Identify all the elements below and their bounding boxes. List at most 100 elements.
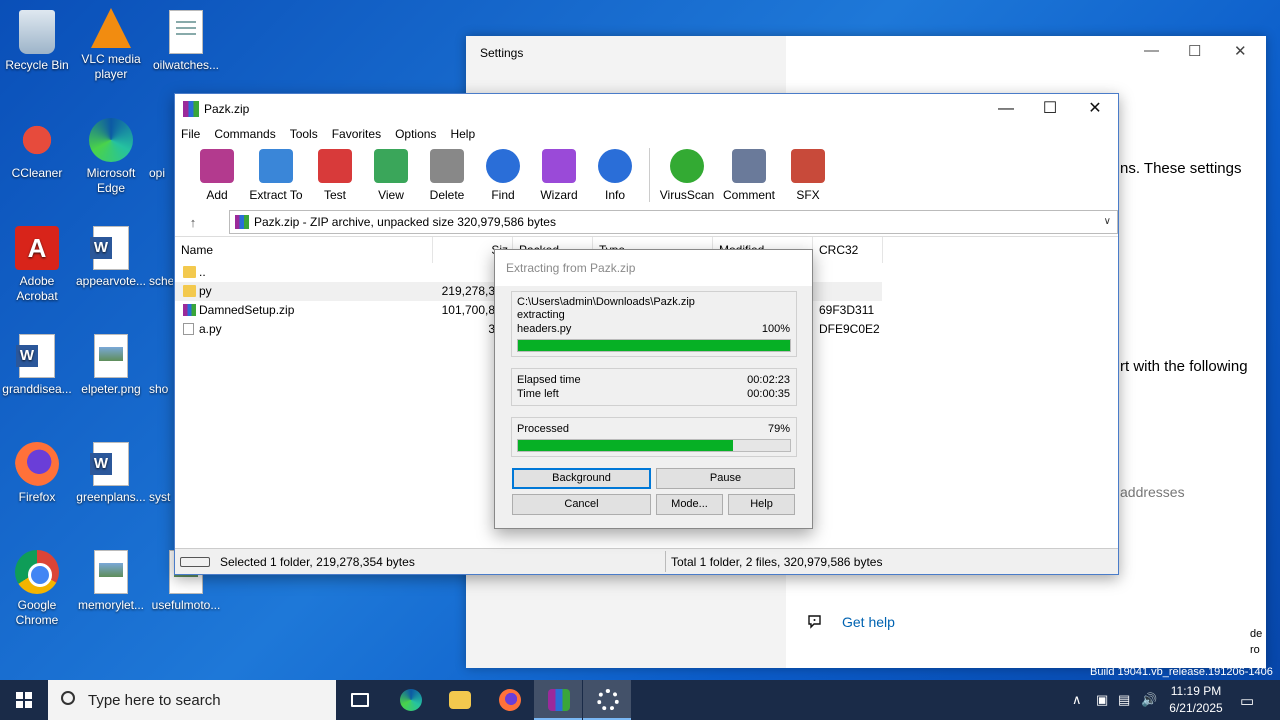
test-button[interactable]: Test [307,149,363,206]
desktop-icon-oilwatches[interactable]: oilwatches... [149,10,223,73]
add-button[interactable]: Add [189,149,245,206]
status-divider [665,551,666,572]
desktop-icon-ccleaner[interactable]: CCleaner [0,118,74,181]
task-view-icon [351,693,369,707]
taskbar-file-explorer[interactable] [435,680,483,720]
desktop-icon-label: Adobe Acrobat [16,274,58,303]
menu-tools[interactable]: Tools [290,127,318,141]
pause-button[interactable]: Pause [656,468,795,489]
desktop-icon-label: elpeter.png [81,382,141,396]
desktop-icon-label: appearvote... [75,274,147,288]
desktop-icon-greenplans[interactable]: greenplans... [74,442,148,505]
delete-button[interactable]: Delete [419,149,475,206]
desktop-icon-sho[interactable]: sho [149,334,173,397]
toolbar: Add Extract To Test View Delete Find Wiz… [175,144,1118,206]
desktop-icon-sche[interactable]: sche [149,226,173,289]
menu-commands[interactable]: Commands [214,127,275,141]
desktop-icon-edge[interactable]: Microsoft Edge [74,118,148,196]
desktop-icon-syst[interactable]: syst [149,442,173,505]
find-button[interactable]: Find [475,149,531,206]
desktop-icon-recycle-bin[interactable]: Recycle Bin [0,10,74,73]
close-button[interactable]: ✕ [1234,42,1247,60]
sfx-books-icon [791,149,825,183]
processed-progress-fill [518,440,733,451]
help-button[interactable]: Help [728,494,795,515]
maximize-button[interactable]: ☐ [1035,98,1065,120]
comment-button[interactable]: Comment [718,149,780,206]
ccleaner-icon [15,118,59,162]
taskbar-edge[interactable] [386,680,434,720]
wifi-icon[interactable]: ▤ [1118,692,1130,708]
time-left-value: 00:00:35 [747,388,790,400]
image-file-icon [94,550,128,594]
archive-path-dropdown[interactable]: Pazk.zip - ZIP archive, unpacked size 32… [229,210,1118,234]
task-view-button[interactable] [336,680,384,720]
desktop-icon-elpeter[interactable]: elpeter.png [74,334,148,397]
watermark-text: ANY RUN [1040,612,1254,661]
toolbar-separator [649,148,650,202]
menu-file[interactable]: File [181,127,200,141]
desktop-icon-label: Recycle Bin [5,58,69,72]
wizard-button[interactable]: Wizard [531,149,587,206]
taskbar-settings[interactable] [583,680,631,720]
network-icon[interactable]: ▣ [1096,692,1108,708]
column-name[interactable]: Name [175,237,433,263]
up-arrow-icon[interactable]: ↑ [175,215,211,230]
file-progress-fill [518,340,790,351]
archive-icon [235,215,249,229]
tool-label: Extract To [249,188,303,202]
search-box[interactable]: Type here to search [48,680,336,720]
taskbar-winrar[interactable] [534,680,582,720]
get-help-link[interactable]: Get help [842,614,895,630]
tool-label: Wizard [540,188,578,202]
virusscan-button[interactable]: VirusScan [656,149,718,206]
desktop-icon-memorylet[interactable]: memorylet... [74,550,148,613]
desktop-icon-label: oilwatches... [152,58,220,72]
desktop-icon-firefox[interactable]: Firefox [0,442,74,505]
file-icon [169,10,203,54]
tool-label: Delete [429,188,465,202]
chevron-up-icon[interactable]: ∧ [1072,692,1082,708]
start-button[interactable] [0,680,48,720]
mode-button[interactable]: Mode... [656,494,723,515]
extracting-dialog: Extracting from Pazk.zip C:\Users\admin\… [494,249,813,529]
cancel-button[interactable]: Cancel [512,494,651,515]
maximize-button[interactable]: ☐ [1188,42,1201,60]
column-crc32[interactable]: CRC32 [813,237,883,263]
close-button[interactable]: ✕ [1080,98,1110,120]
current-file-group: C:\Users\admin\Downloads\Pazk.zip extrac… [511,291,797,357]
recycle-bin-icon [19,10,55,54]
vlc-icon [91,8,131,48]
desktop-icon-granddisea[interactable]: granddisea... [0,334,74,397]
minimize-button[interactable]: — [1144,42,1159,59]
menu-help[interactable]: Help [450,127,475,141]
sfx-button[interactable]: SFX [780,149,836,206]
firefox-icon [15,442,59,486]
status-total: Total 1 folder, 2 files, 320,979,586 byt… [671,555,883,569]
windows-logo-icon [16,692,32,708]
clock[interactable]: 11:19 PM 6/21/2025 [1164,683,1228,717]
notification-icon[interactable]: ▭ [1240,692,1254,710]
dialog-title: Extracting from Pazk.zip [495,250,812,286]
desktop-icon-appearvote[interactable]: appearvote... [74,226,148,289]
desktop-icon-chrome[interactable]: Google Chrome [0,550,74,628]
comment-icon [732,149,766,183]
extract-to-button[interactable]: Extract To [245,149,307,206]
view-button[interactable]: View [363,149,419,206]
desktop-icon-opi[interactable]: opi [149,118,173,181]
desktop-icon-vlc[interactable]: VLC media player [74,8,148,82]
minimize-button[interactable]: — [991,98,1021,120]
zip-archive-icon [183,304,196,316]
info-button[interactable]: Info [587,149,643,206]
word-document-icon [16,334,55,378]
taskbar-firefox[interactable] [485,680,533,720]
background-button[interactable]: Background [512,468,651,489]
desktop-icon-label: memorylet... [77,598,144,612]
time-left-label: Time left [517,388,559,400]
menu-options[interactable]: Options [395,127,436,141]
volume-icon[interactable]: 🔊 [1141,692,1157,708]
elapsed-label: Elapsed time [517,374,581,386]
view-book-icon [374,149,408,183]
desktop-icon-acrobat[interactable]: Adobe Acrobat [0,226,74,304]
menu-favorites[interactable]: Favorites [332,127,381,141]
